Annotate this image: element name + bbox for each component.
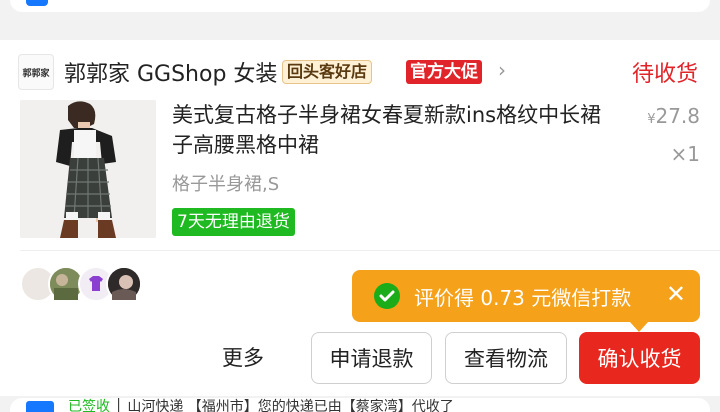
repeat-customer-badge: 回头客好店 <box>282 60 373 84</box>
product-sku: 格子半身裙,S <box>172 174 280 195</box>
previous-card-icon <box>26 0 48 6</box>
check-icon <box>379 290 395 302</box>
badge-official-label: 官方大促 <box>410 62 478 82</box>
official-promo-badge: 官方大促 <box>406 60 482 84</box>
order-status: 待收货 <box>631 62 698 87</box>
price-value: 27.8 <box>655 104 700 128</box>
toast-pointer <box>630 322 648 332</box>
shop-header[interactable]: 郭郭家 郭郭家 GGShop 女装 回头客好店 官方大促 › 待收货 <box>18 54 708 90</box>
wechat-check-icon <box>374 283 400 309</box>
shop-logo[interactable]: 郭郭家 <box>18 54 54 90</box>
previous-order-card <box>10 0 710 12</box>
product-title[interactable]: 美式复古格子半身裙女春夏新款ins格纹中长裙子高腰黑格中裙 <box>172 100 622 160</box>
product-price: ¥27.8 <box>647 104 700 128</box>
order-card: 郭郭家 郭郭家 GGShop 女装 回头客好店 官方大促 › 待收货 美式复古格… <box>0 40 720 396</box>
product-photo <box>20 100 156 238</box>
toast-message: 评价得 0.73 元微信打款 <box>414 286 632 310</box>
review-reward-toast[interactable]: 评价得 0.73 元微信打款 ✕ <box>352 270 700 332</box>
next-order-card[interactable]: 已签收 │ 山河快递 【福州市】您的快递已由【蔡家湾】代收了 <box>10 398 710 412</box>
reviewer-avatars[interactable] <box>20 266 160 302</box>
order-actions: 更多 申请退款 查看物流 确认收货 <box>0 332 720 384</box>
delivery-icon <box>26 401 54 412</box>
badge-return-label: 回头客好店 <box>287 62 368 81</box>
close-icon[interactable]: ✕ <box>666 280 686 308</box>
shop-name[interactable]: 郭郭家 GGShop 女装 <box>64 56 277 88</box>
view-logistics-button[interactable]: 查看物流 <box>445 332 567 384</box>
next-order-detail: │ 山河快递 【福州市】您的快递已由【蔡家湾】代收了 <box>114 399 454 412</box>
next-order-logistics: 已签收 │ 山河快递 【福州市】您的快递已由【蔡家湾】代收了 <box>68 400 454 412</box>
return-policy-tag: 7天无理由退货 <box>172 208 295 236</box>
next-order-status: 已签收 <box>68 399 110 412</box>
product-quantity: ×1 <box>670 142 700 166</box>
avatar-photo <box>108 268 140 300</box>
apply-refund-button[interactable]: 申请退款 <box>311 332 432 384</box>
avatar <box>106 266 142 302</box>
product-image[interactable] <box>20 100 156 238</box>
chevron-right-icon[interactable]: › <box>498 58 506 82</box>
more-button[interactable]: 更多 <box>222 342 264 372</box>
confirm-receipt-button[interactable]: 确认收货 <box>579 332 700 384</box>
divider <box>20 250 720 251</box>
